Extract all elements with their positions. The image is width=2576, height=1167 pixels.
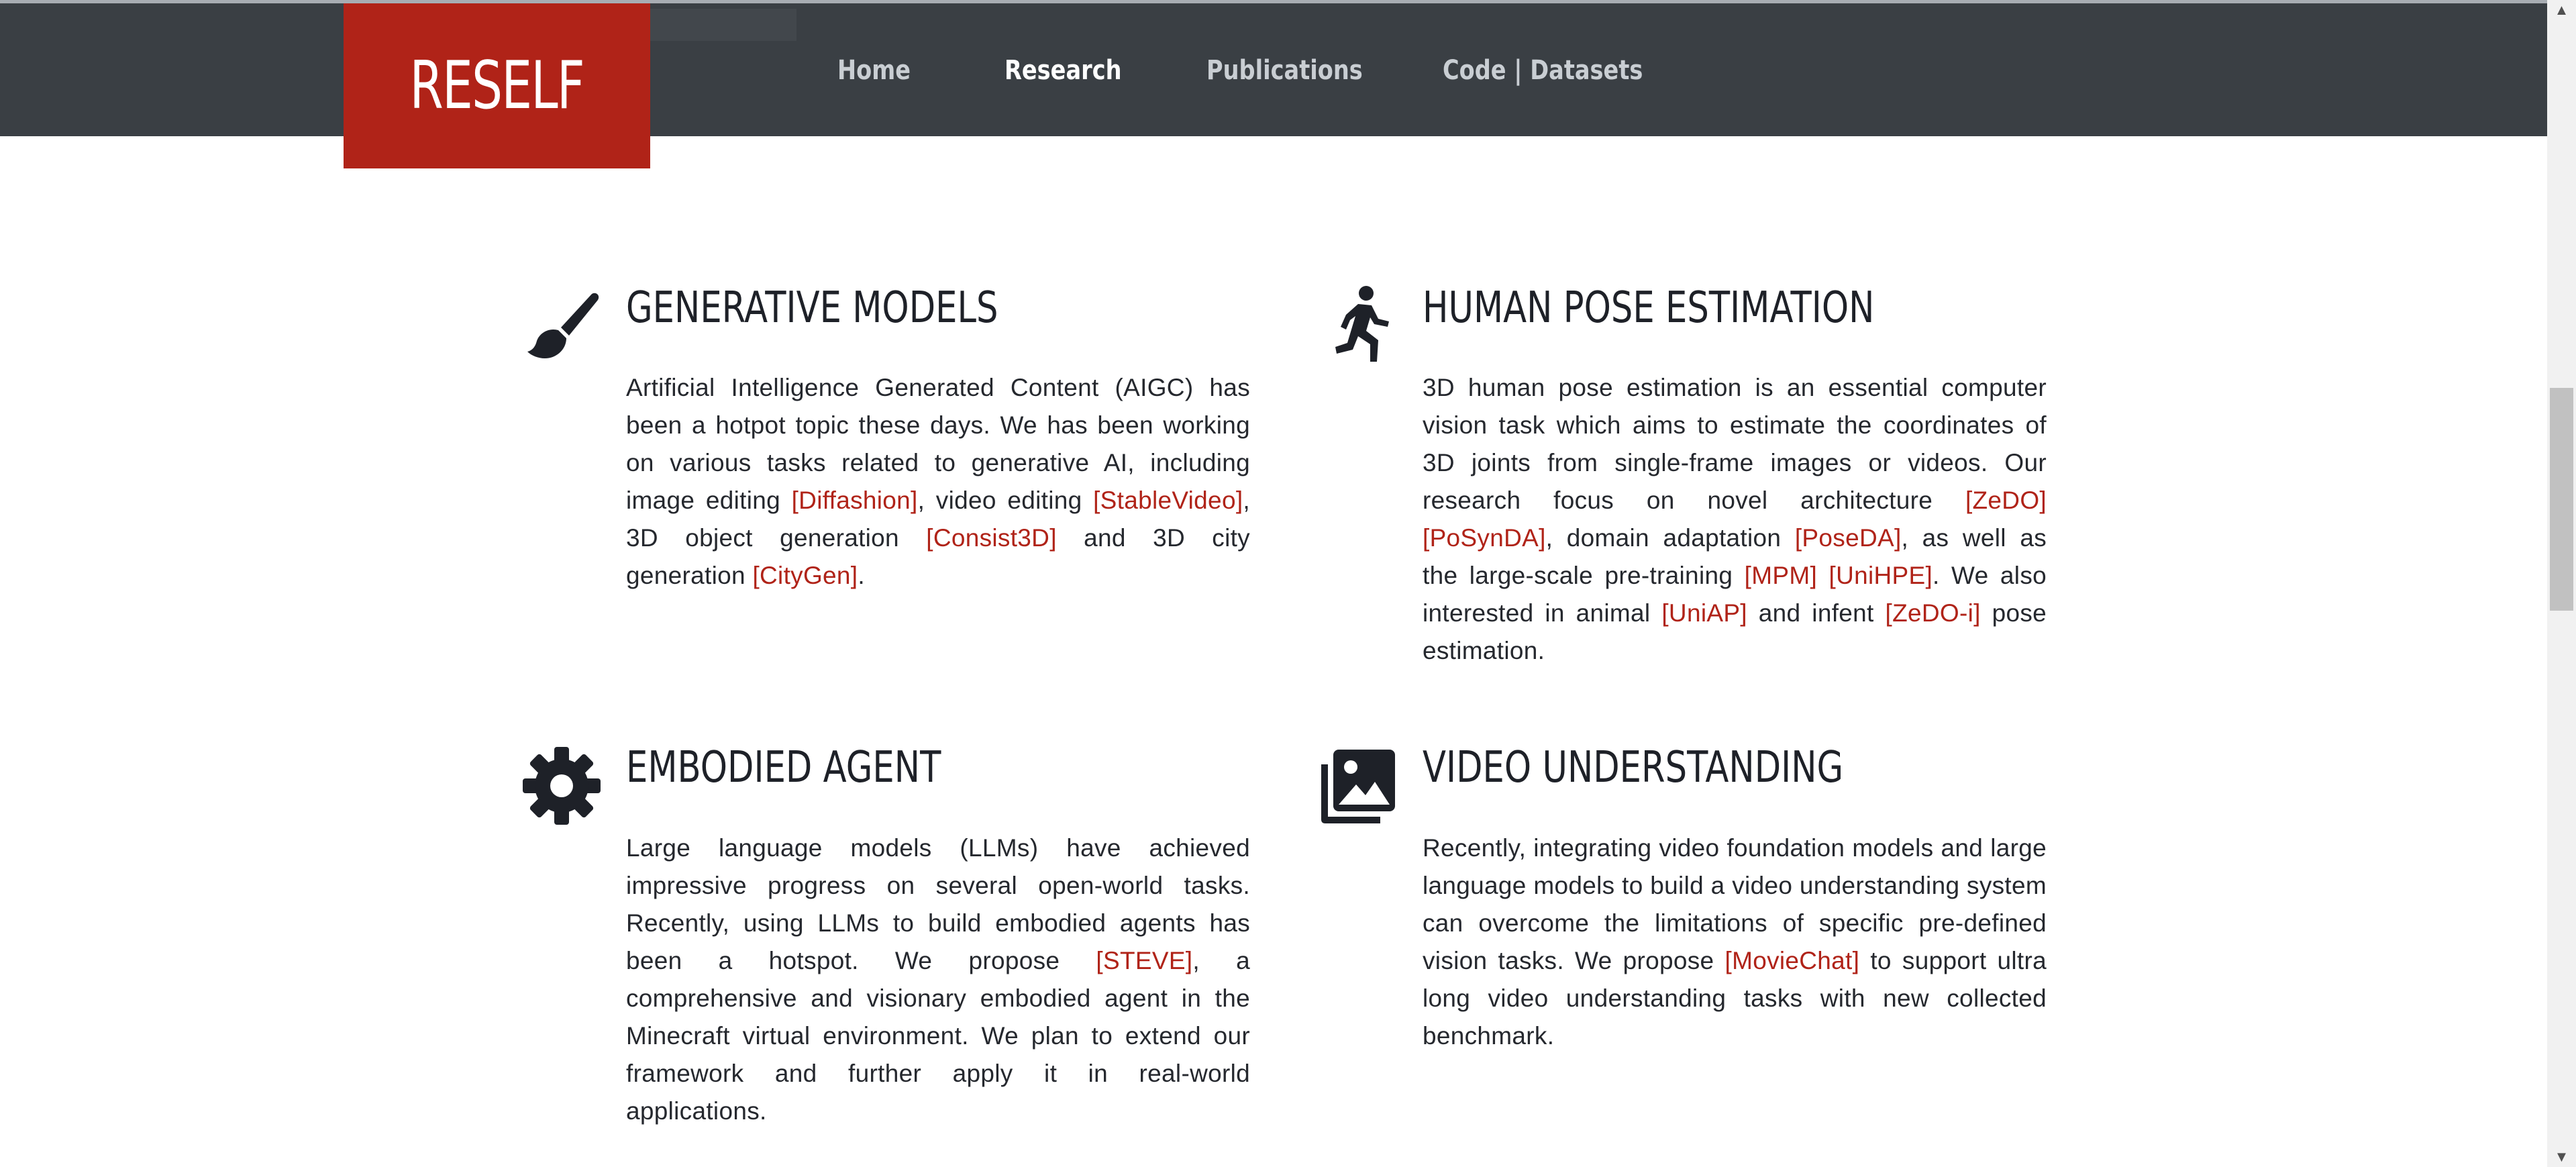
running-person-icon xyxy=(1323,285,1404,372)
paintbrush-icon xyxy=(522,289,603,376)
paragraph-text: , domain adaptation xyxy=(1545,524,1795,552)
section-description: Large language models (LLMs) have achiev… xyxy=(626,829,1250,1130)
page: RESELF Home Research Publications Code |… xyxy=(0,0,2576,1167)
paragraph-text: 3D human pose estimation is an essential… xyxy=(1423,374,2047,514)
paper-reference-link[interactable]: [CityGen] xyxy=(752,562,858,589)
paper-reference-link[interactable]: [PoseDA] xyxy=(1795,524,1902,552)
nav-link-label: Code | Datasets xyxy=(1443,55,1643,86)
section-title: VIDEO UNDERSTANDING xyxy=(1423,743,1844,793)
paragraph-text xyxy=(1817,562,1828,589)
section-title: GENERATIVE MODELS xyxy=(626,283,998,333)
site-logo[interactable]: RESELF xyxy=(344,3,650,168)
paper-reference-link[interactable]: [UniAP] xyxy=(1661,599,1747,627)
paper-reference-link[interactable]: [ZeDO] xyxy=(1965,487,2047,514)
section-title: HUMAN POSE ESTIMATION xyxy=(1423,283,1875,333)
photo-gallery-icon xyxy=(1319,747,1399,834)
gear-icon xyxy=(522,746,603,833)
paper-reference-link[interactable]: [UniHPE] xyxy=(1828,562,1933,589)
section-description: Recently, integrating video foundation m… xyxy=(1423,829,2047,1055)
paper-reference-link[interactable]: [MovieChat] xyxy=(1725,947,1860,974)
paper-reference-link[interactable]: [PoSynDA] xyxy=(1423,524,1546,552)
scroll-down-arrow-icon[interactable]: ▼ xyxy=(2550,1147,2573,1167)
paper-reference-link[interactable]: [StableVideo] xyxy=(1093,487,1243,514)
site-logo-text: RESELF xyxy=(409,48,585,124)
scrollbar-thumb[interactable] xyxy=(2550,388,2573,611)
paper-reference-link[interactable]: [MPM] xyxy=(1745,562,1817,589)
nav-link-home[interactable]: Home xyxy=(837,47,925,94)
paper-reference-link[interactable]: [STEVE] xyxy=(1096,947,1192,974)
paragraph-text: . xyxy=(858,562,865,589)
scroll-up-arrow-icon[interactable]: ▲ xyxy=(2550,0,2573,20)
nav-link-label: Publications xyxy=(1206,55,1363,86)
paper-reference-link[interactable]: [Diffashion] xyxy=(792,487,918,514)
nav-link-research[interactable]: Research xyxy=(1004,47,1144,94)
section-title: EMBODIED AGENT xyxy=(626,743,941,793)
nav-link-label: Home xyxy=(837,55,911,86)
paragraph-text: and infent xyxy=(1747,599,1886,627)
section-description: Artificial Intelligence Generated Conten… xyxy=(626,369,1250,595)
paper-reference-link[interactable]: [ZeDO-i] xyxy=(1886,599,1981,627)
paper-reference-link[interactable]: [Consist3D] xyxy=(926,524,1057,552)
nav-link-label: Research xyxy=(1004,55,1122,86)
nav-link-code-datasets[interactable]: Code | Datasets xyxy=(1443,47,1681,94)
paragraph-text: , video editing xyxy=(917,487,1094,514)
section-description: 3D human pose estimation is an essential… xyxy=(1423,369,2047,670)
nav-decor-strip xyxy=(650,9,796,41)
nav-link-publications[interactable]: Publications xyxy=(1206,47,1392,94)
